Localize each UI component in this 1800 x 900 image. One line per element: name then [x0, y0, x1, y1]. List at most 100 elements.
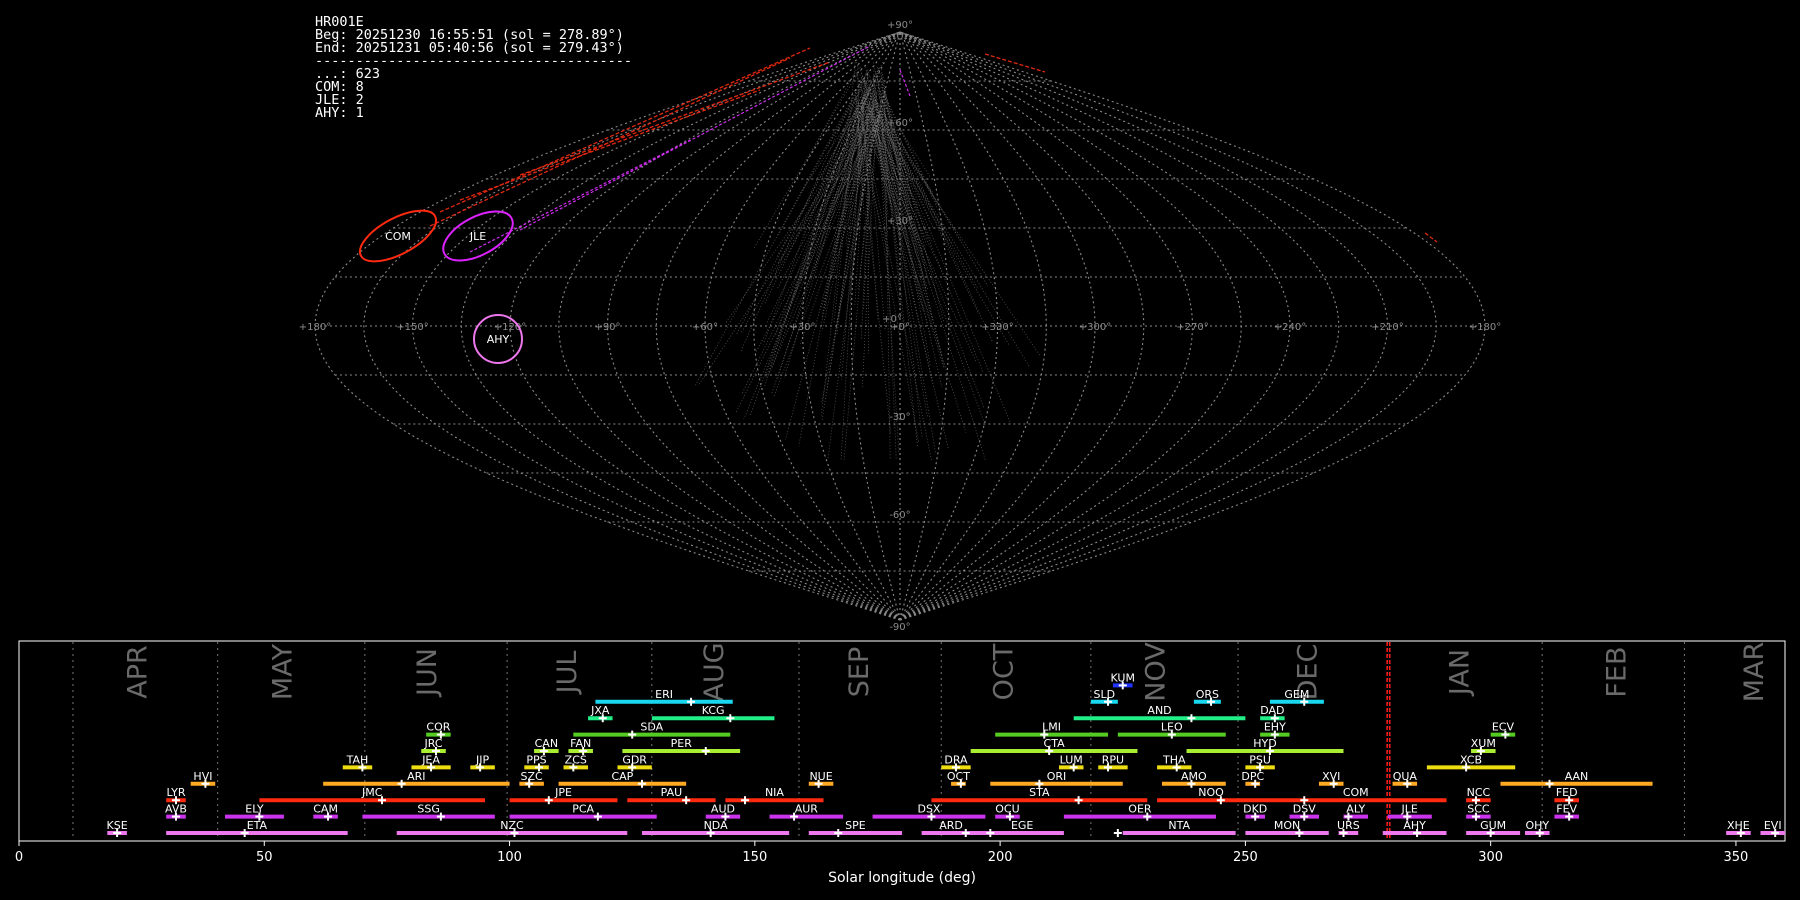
- com-meteor-track: [459, 89, 761, 201]
- longitude-tick-label: +180°: [1469, 322, 1501, 333]
- shower-code-label: PPS: [526, 753, 546, 766]
- x-axis: 0 50 100 150 200 250 300 350: [15, 841, 1748, 865]
- month-label: JUL: [552, 651, 583, 696]
- x-tick-label: 100: [497, 850, 522, 865]
- latitude-tick-label: -90°: [889, 622, 910, 633]
- shower-code-label: AUR: [795, 803, 819, 816]
- shower-code-label: DPC: [1241, 770, 1264, 783]
- latitude-tick-label: -60°: [889, 510, 910, 521]
- longitude-tick-label: +210°: [1371, 322, 1403, 333]
- meteor-track: [876, 118, 986, 461]
- month-label: MAR: [1739, 642, 1770, 703]
- shower-code-label: AMO: [1181, 770, 1207, 783]
- shower-code-label: NDA: [704, 819, 729, 832]
- shower-code-label: NTA: [1168, 819, 1190, 832]
- shower-code-label: OHY: [1525, 819, 1549, 832]
- com-meteor-track: [984, 53, 1046, 73]
- shower-code-label: ETA: [247, 819, 268, 832]
- shower-code-label: DAD: [1260, 704, 1284, 717]
- shower-code-label: EGE: [1011, 819, 1033, 832]
- shower-code-label: NZC: [500, 819, 524, 832]
- meteor-track: [820, 107, 857, 416]
- shower-code-label: QUA: [1393, 770, 1418, 783]
- shower-code-label: CAN: [535, 737, 558, 750]
- shower-code-label: COM: [1343, 786, 1369, 799]
- month-label: DEC: [1293, 644, 1324, 701]
- latitude-tick-label: -30°: [889, 412, 910, 423]
- x-tick-label: 0: [15, 850, 23, 865]
- shower-code-label: URS: [1337, 819, 1360, 832]
- shower-code-label: GUM: [1480, 819, 1506, 832]
- shower-code-label: NIA: [765, 786, 784, 799]
- shower-code-label: CTA: [1044, 737, 1066, 750]
- shower-code-label: JPE: [554, 786, 572, 799]
- longitude-tick-label: +240°: [1274, 322, 1306, 333]
- com-meteor-track: [519, 61, 831, 176]
- shower-code-label: ORI: [1047, 770, 1067, 783]
- shower-code-label: NOO: [1198, 786, 1224, 799]
- shower-code-label: JRC: [424, 737, 443, 750]
- shower-code-label: ARI: [407, 770, 425, 783]
- x-tick-label: 150: [742, 850, 767, 865]
- shower-code-label: SSG: [417, 803, 440, 816]
- shower-code-label: MON: [1274, 819, 1300, 832]
- shower-code-label: ELY: [245, 803, 264, 816]
- shower-code-label: CAM: [313, 803, 338, 816]
- shower-code-label: SCC: [1467, 803, 1490, 816]
- meridian-line: [899, 31, 1389, 621]
- longitude-tick-label: +60°: [692, 322, 718, 333]
- month-label: FEB: [1602, 646, 1633, 697]
- shower-code-label: PAU: [661, 786, 683, 799]
- shower-code-label: HVI: [193, 770, 212, 783]
- meteor-track: [740, 78, 863, 352]
- meteor-track: [764, 72, 877, 304]
- shower-code-label: RPU: [1102, 753, 1124, 766]
- radiant-label: AHY: [487, 333, 510, 346]
- shower-code-label: GDR: [622, 753, 647, 766]
- shower-code-label: KCG: [702, 704, 725, 717]
- shower-code-label: OCT: [947, 770, 970, 783]
- shower-code-label: PSU: [1249, 753, 1271, 766]
- month-label: JAN: [1445, 649, 1476, 697]
- month-label: AUG: [699, 642, 730, 701]
- shower-code-label: OCU: [995, 803, 1019, 816]
- longitude-tick-label: +0°: [890, 322, 910, 333]
- meteor-track: [860, 112, 932, 461]
- sky-map: +90°+60°+30°+0°-30°-60°-90°+180°+150°+12…: [299, 20, 1501, 633]
- shower-code-label: XCB: [1460, 753, 1482, 766]
- shower-code-label: LMI: [1042, 721, 1061, 734]
- shower-code-label: JXA: [590, 704, 610, 717]
- shower-code-label: EVI: [1764, 819, 1782, 832]
- shower-code-label: DSV: [1293, 803, 1316, 816]
- shower-code-label: TAH: [346, 753, 369, 766]
- shower-code-label: FED: [1556, 786, 1578, 799]
- meteor-track: [859, 112, 920, 444]
- meteor-track: [881, 118, 897, 461]
- longitude-tick-label: +300°: [1079, 322, 1111, 333]
- shower-code-label: FAN: [570, 737, 591, 750]
- shower-code-label: JEA: [421, 753, 440, 766]
- longitude-tick-label: +150°: [396, 322, 428, 333]
- meteor-track: [835, 110, 882, 329]
- x-tick-label: 50: [256, 850, 273, 865]
- timeline-frame: [18, 640, 1786, 842]
- shower-code-label: ZCS: [565, 753, 587, 766]
- shower-code-label: DSX: [917, 803, 940, 816]
- longitude-tick-label: +90°: [594, 322, 620, 333]
- radiant-markers: COM JLE AHY: [358, 209, 523, 364]
- x-tick-label: 350: [1724, 850, 1749, 865]
- shower-code-label: JMC: [361, 786, 383, 799]
- shower-code-label: NUE: [809, 770, 832, 783]
- shower-code-label: ERI: [655, 688, 673, 701]
- shower-code-label: KUM: [1111, 671, 1135, 684]
- meteor-track: [821, 103, 860, 179]
- x-tick-label: 300: [1478, 850, 1503, 865]
- shower-code-label: AUD: [711, 803, 735, 816]
- shower-code-label: CAP: [611, 770, 633, 783]
- meteor-track: [799, 78, 879, 194]
- radiant-label: JLE: [469, 230, 486, 243]
- month-label: JUN: [412, 648, 443, 698]
- latitude-tick-label: +90°: [887, 20, 913, 31]
- meteor-track: [777, 121, 870, 289]
- shower-code-label: AND: [1147, 704, 1171, 717]
